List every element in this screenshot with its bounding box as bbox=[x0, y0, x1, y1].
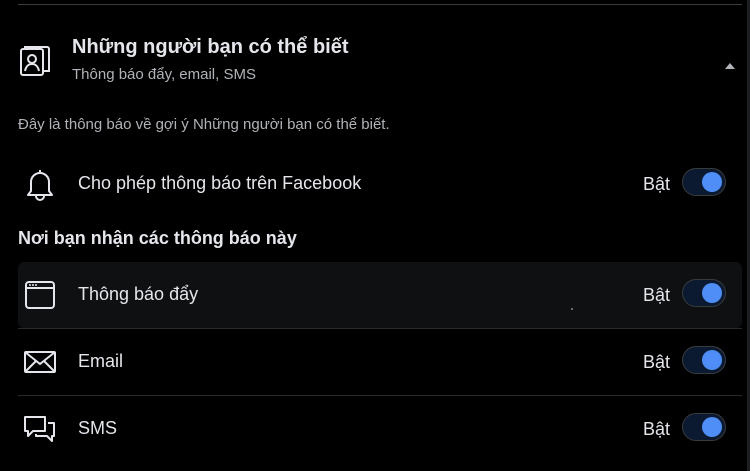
channel-label-sms: SMS bbox=[78, 418, 118, 438]
toggle-knob bbox=[702, 172, 722, 192]
channel-label-push: Thông báo đẩy bbox=[78, 284, 199, 304]
allow-notifications-status: Bật bbox=[642, 174, 670, 194]
notification-settings-panel: Những người bạn có thể biết Thông báo đẩ… bbox=[0, 0, 750, 471]
top-divider bbox=[18, 4, 742, 5]
friend-suggestion-icon bbox=[18, 44, 52, 78]
channel-status-sms: Bật bbox=[642, 419, 670, 439]
caret-up-icon[interactable] bbox=[718, 54, 742, 78]
chat-bubbles-icon bbox=[22, 412, 58, 446]
allow-notifications-toggle[interactable] bbox=[682, 168, 726, 196]
header-subtitle: Thông báo đẩy, email, SMS bbox=[72, 66, 256, 83]
allow-notifications-row[interactable]: Cho phép thông báo trên Facebook Bật bbox=[18, 151, 742, 217]
bell-icon bbox=[22, 167, 58, 201]
browser-window-icon bbox=[22, 278, 58, 312]
channel-status-push: Bật bbox=[642, 285, 670, 305]
channel-status-email: Bật bbox=[642, 352, 670, 372]
allow-notifications-label: Cho phép thông báo trên Facebook bbox=[78, 173, 362, 193]
channel-row-sms[interactable]: SMS Bật bbox=[18, 396, 742, 462]
header-title: Những người bạn có thể biết bbox=[72, 36, 349, 58]
toggle-knob bbox=[702, 417, 722, 437]
toggle-knob bbox=[702, 350, 722, 370]
channel-row-push[interactable]: Thông báo đẩy Bật bbox=[18, 262, 742, 328]
channel-toggle-push[interactable] bbox=[682, 279, 726, 307]
channel-label-email: Email bbox=[78, 351, 124, 371]
settings-header[interactable]: Những người bạn có thể biết Thông báo đẩ… bbox=[0, 24, 747, 100]
toggle-knob bbox=[702, 283, 722, 303]
envelope-icon bbox=[22, 345, 58, 379]
settings-description: Đây là thông báo về gợi ý Những người bạ… bbox=[18, 116, 390, 133]
section-title: Nơi bạn nhận các thông báo này bbox=[18, 228, 297, 248]
channel-toggle-sms[interactable] bbox=[682, 413, 726, 441]
channel-toggle-email[interactable] bbox=[682, 346, 726, 374]
channel-row-email[interactable]: Email Bật bbox=[18, 329, 742, 395]
stray-dot bbox=[571, 308, 573, 310]
